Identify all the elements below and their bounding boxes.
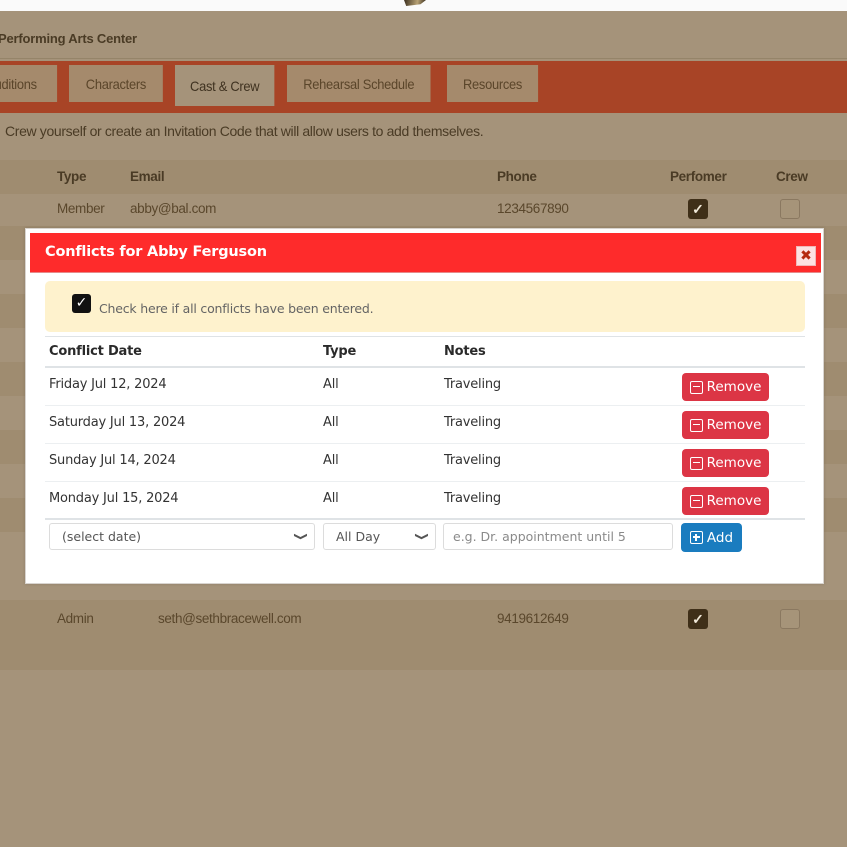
modal-title: Conflicts for Abby Ferguson — [45, 244, 267, 260]
minus-square-icon — [689, 494, 703, 508]
main-tabs: Auditions Characters Cast & Crew Rehears… — [0, 61, 847, 113]
performer-checkbox[interactable]: ✓ — [688, 199, 708, 219]
minus-square-icon — [689, 380, 703, 394]
col-type: Type — [323, 344, 357, 359]
logo-icon[interactable] — [404, 0, 426, 6]
members-table-header: Type Email Phone Perfomer Crew — [0, 160, 847, 194]
col-crew: Crew — [776, 169, 808, 184]
member-email: seth@sethbracewell.com — [158, 611, 302, 626]
tab-rehearsal-schedule[interactable]: Rehearsal Schedule — [287, 65, 431, 102]
minus-square-icon — [689, 456, 703, 470]
col-performer: Perfomer — [670, 169, 727, 184]
conflict-type: All — [323, 377, 339, 392]
close-x-icon: ✖ — [800, 248, 812, 264]
col-email: Email — [130, 169, 165, 184]
organization-name: Performing Arts Center — [0, 31, 137, 46]
member-phone: 1234567890 — [497, 201, 569, 216]
col-phone: Phone — [497, 169, 537, 184]
all-entered-checkbox[interactable]: ✓ — [72, 294, 91, 313]
divider — [45, 518, 805, 520]
conflict-row: Monday Jul 15, 2024 All Traveling Remove — [45, 482, 805, 520]
conflict-date: Sunday Jul 14, 2024 — [49, 453, 176, 468]
intro-text: Crew yourself or create an Invitation Co… — [5, 123, 484, 139]
conflict-date: Monday Jul 15, 2024 — [49, 491, 179, 506]
add-button[interactable]: Add — [681, 523, 742, 552]
remove-button[interactable]: Remove — [682, 449, 769, 477]
tab-auditions[interactable]: Auditions — [0, 65, 58, 102]
remove-button[interactable]: Remove — [682, 373, 769, 401]
conflict-row: Friday Jul 12, 2024 All Traveling Remove — [45, 368, 805, 406]
table-row: Member abby@bal.com 1234567890 ✓ — [0, 192, 847, 226]
date-select-value: (select date) — [62, 529, 142, 544]
divider — [45, 336, 805, 337]
conflict-notes: Traveling — [444, 491, 501, 506]
conflict-type: All — [323, 491, 339, 506]
col-notes: Notes — [444, 344, 486, 359]
member-type: Member — [57, 201, 105, 216]
conflict-notes: Traveling — [444, 377, 501, 392]
tab-cast-crew[interactable]: Cast & Crew — [175, 65, 275, 106]
member-type: Admin — [57, 611, 94, 626]
remove-button[interactable]: Remove — [682, 411, 769, 439]
remove-label: Remove — [706, 493, 762, 509]
conflict-notes: Traveling — [444, 453, 501, 468]
conflict-notes: Traveling — [444, 415, 501, 430]
col-conflict-date: Conflict Date — [49, 344, 142, 359]
conflict-type: All — [323, 415, 339, 430]
all-entered-label: Check here if all conflicts have been en… — [99, 301, 374, 316]
remove-label: Remove — [706, 417, 762, 433]
add-conflict-row: (select date) ❯ All Day ❯ Add — [45, 523, 805, 553]
plus-square-icon — [689, 531, 703, 544]
top-header-bar — [0, 0, 847, 11]
table-row: Admin seth@sethbracewell.com 9419612649 … — [0, 600, 847, 634]
minus-square-icon — [689, 418, 703, 432]
tab-resources[interactable]: Resources — [447, 65, 539, 102]
date-select[interactable]: (select date) ❯ — [49, 523, 315, 550]
conflict-date: Friday Jul 12, 2024 — [49, 377, 167, 392]
chevron-down-icon: ❯ — [292, 532, 307, 541]
remove-button[interactable]: Remove — [682, 487, 769, 515]
table-row — [0, 634, 847, 670]
add-label: Add — [706, 529, 734, 546]
conflict-date: Saturday Jul 13, 2024 — [49, 415, 186, 430]
member-email: abby@bal.com — [130, 201, 217, 216]
remove-label: Remove — [706, 455, 762, 471]
type-select-value: All Day — [336, 529, 381, 544]
conflicts-modal: Conflicts for Abby Ferguson ✖ ✓ Check he… — [25, 228, 824, 584]
all-entered-alert: ✓ Check here if all conflicts have been … — [45, 281, 805, 332]
modal-header: Conflicts for Abby Ferguson ✖ — [30, 233, 821, 273]
crew-checkbox[interactable] — [780, 199, 800, 219]
col-type: Type — [57, 169, 87, 184]
divider — [0, 58, 847, 59]
notes-input[interactable] — [443, 523, 673, 550]
conflict-row: Sunday Jul 14, 2024 All Traveling Remove — [45, 444, 805, 482]
checkmark-icon: ✓ — [75, 295, 88, 311]
member-phone: 9419612649 — [497, 611, 569, 626]
type-select[interactable]: All Day ❯ — [323, 523, 436, 550]
conflict-type: All — [323, 453, 339, 468]
remove-label: Remove — [706, 379, 762, 395]
conflict-row: Saturday Jul 13, 2024 All Traveling Remo… — [45, 406, 805, 444]
tab-characters[interactable]: Characters — [69, 65, 163, 102]
crew-checkbox[interactable] — [780, 609, 800, 629]
chevron-down-icon: ❯ — [413, 532, 428, 541]
close-button[interactable]: ✖ — [796, 246, 816, 266]
performer-checkbox[interactable]: ✓ — [688, 609, 708, 629]
